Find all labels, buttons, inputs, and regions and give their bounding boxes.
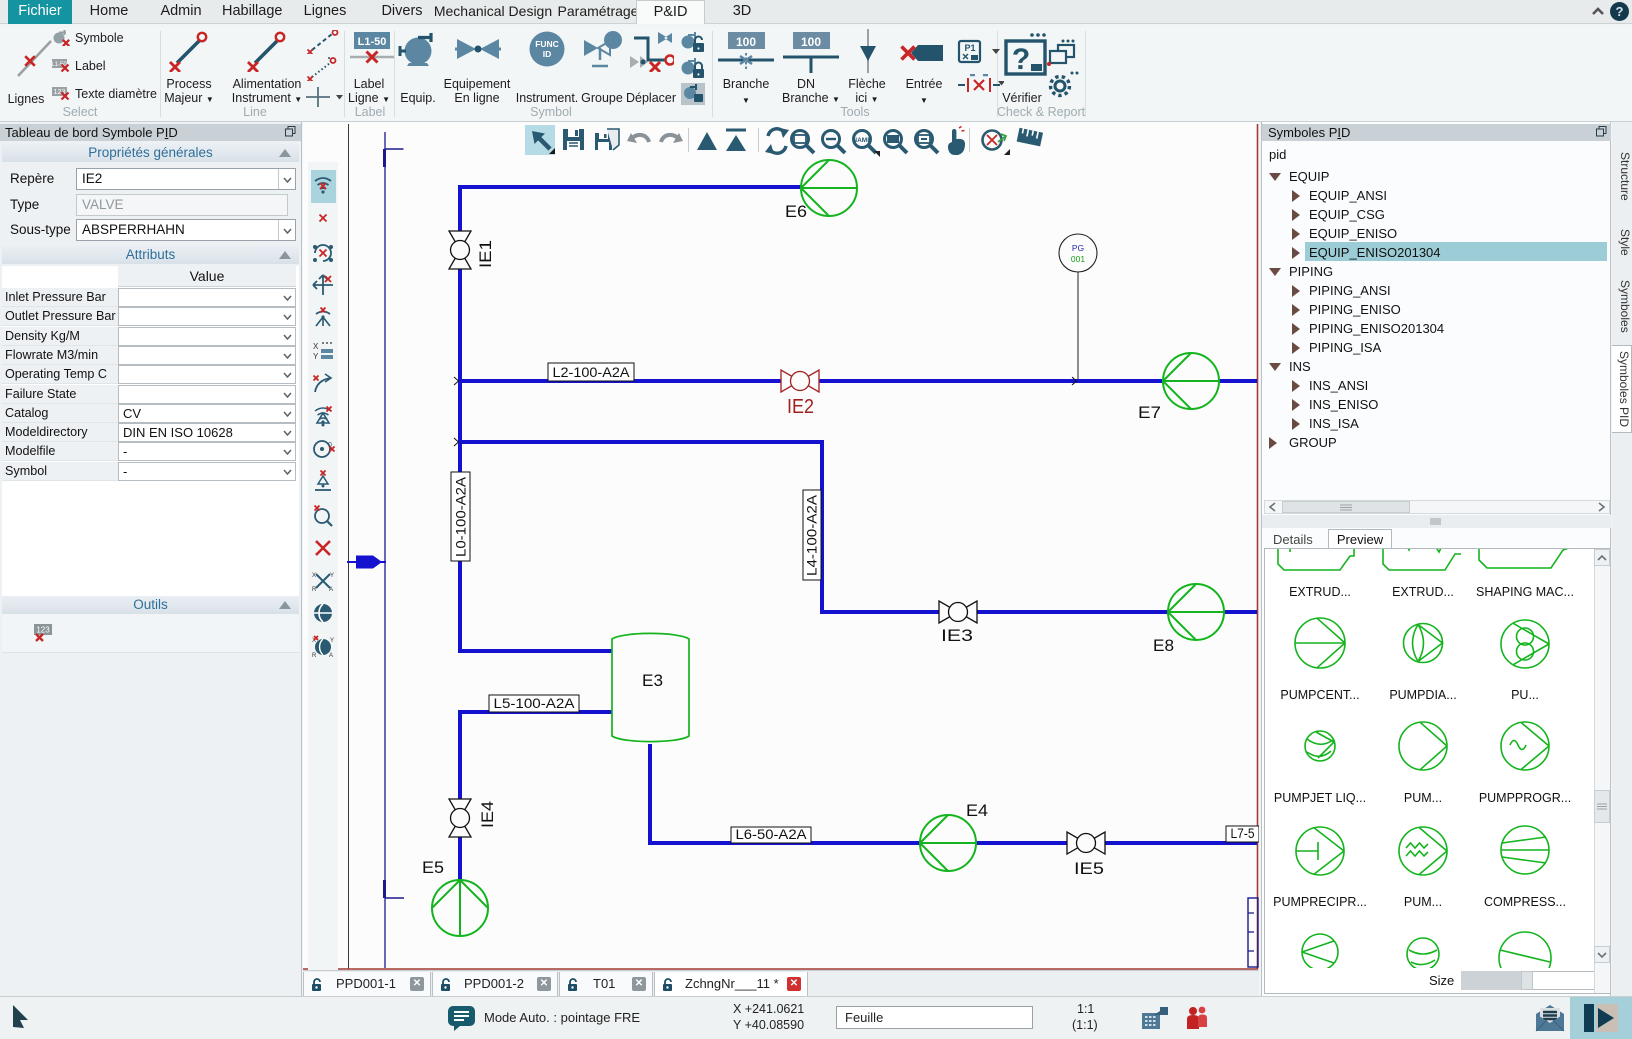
svg-text:001: 001 bbox=[1071, 254, 1085, 264]
svg-text:FUNC: FUNC bbox=[535, 39, 559, 49]
svg-text:Y: Y bbox=[313, 352, 319, 361]
svg-text:L2-100-A2A: L2-100-A2A bbox=[553, 365, 630, 380]
svg-text:Y: Y bbox=[330, 573, 334, 579]
svg-text:E6: E6 bbox=[785, 202, 807, 221]
svg-text:L0-100-A2A: L0-100-A2A bbox=[454, 477, 469, 557]
svg-text:ID: ID bbox=[543, 49, 552, 59]
svg-text:L7-5: L7-5 bbox=[1231, 826, 1255, 841]
svg-text:X: X bbox=[312, 573, 316, 579]
svg-text:IE1: IE1 bbox=[476, 240, 495, 268]
svg-text:E3: E3 bbox=[642, 671, 663, 690]
svg-text:IE4: IE4 bbox=[478, 801, 497, 828]
svg-text:A: A bbox=[329, 653, 333, 658]
svg-text:123: 123 bbox=[36, 626, 50, 635]
svg-text:X: X bbox=[313, 342, 319, 351]
svg-text:E8: E8 bbox=[1153, 636, 1174, 655]
svg-text:R: R bbox=[312, 587, 317, 593]
svg-text:NAME: NAME bbox=[852, 137, 872, 144]
svg-text:?: ? bbox=[1012, 43, 1030, 76]
svg-text:PG: PG bbox=[1072, 243, 1084, 253]
svg-text:IE5: IE5 bbox=[1074, 859, 1104, 878]
svg-text:E7: E7 bbox=[1138, 403, 1161, 422]
svg-text:R: R bbox=[312, 653, 317, 658]
svg-text:A: A bbox=[329, 587, 333, 593]
svg-text:L5-100-A2A: L5-100-A2A bbox=[494, 696, 575, 711]
svg-text:100: 100 bbox=[801, 35, 821, 49]
svg-text:L6-50-A2A: L6-50-A2A bbox=[736, 827, 807, 842]
svg-text:IE3: IE3 bbox=[941, 626, 973, 645]
svg-text:E4: E4 bbox=[966, 801, 988, 820]
svg-text:100: 100 bbox=[736, 35, 756, 49]
svg-text:Y: Y bbox=[330, 638, 334, 644]
svg-text:E5: E5 bbox=[422, 858, 444, 877]
svg-text:IE2: IE2 bbox=[787, 396, 814, 418]
svg-text:L1-50: L1-50 bbox=[358, 36, 387, 48]
svg-text:P1: P1 bbox=[964, 43, 975, 53]
svg-text:L4-100-A2A: L4-100-A2A bbox=[805, 495, 820, 576]
